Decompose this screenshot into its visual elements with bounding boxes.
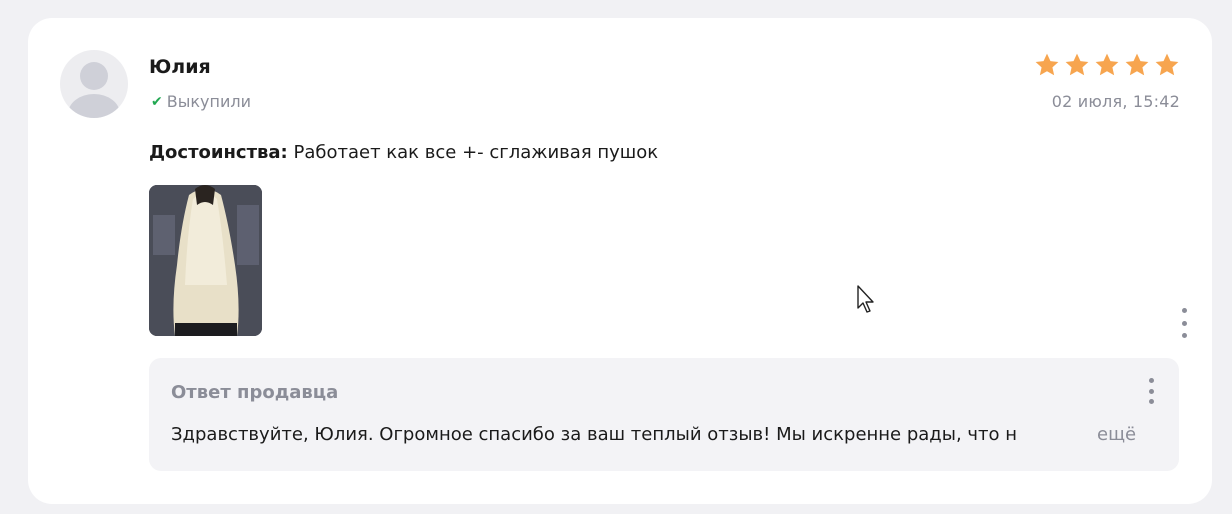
seller-reply-expand-link[interactable]: ещё [1097,424,1136,445]
star-icon [1065,53,1089,76]
user-placeholder-icon [80,62,108,90]
seller-reply-menu-button[interactable] [1145,378,1157,404]
review-card: Юлия ✔ Выкупили 02 июля, 15:42 Достоинст… [28,18,1212,504]
review-photo-thumbnail[interactable] [149,185,262,336]
star-icon [1155,53,1179,76]
avatar [60,50,128,118]
review-pros: Достоинства: Работает как все +- сглажив… [149,142,658,163]
review-date: 02 июля, 15:42 [1051,92,1180,111]
rating-stars [1034,52,1180,78]
mouse-pointer-icon [857,285,874,313]
seller-reply: Ответ продавца Здравствуйте, Юлия. Огром… [149,358,1179,471]
star-icon [1035,53,1059,76]
purchase-status: ✔ Выкупили [151,92,251,111]
seller-reply-title: Ответ продавца [171,382,339,403]
seller-reply-text: Здравствуйте, Юлия. Огромное спасибо за … [171,424,1018,445]
review-more-menu-button[interactable] [1178,308,1190,338]
checkmark-icon: ✔ [151,93,163,110]
star-icon [1095,53,1119,76]
pros-label: Достоинства: [149,142,288,163]
star-icon [1125,53,1149,76]
pros-text: Работает как все +- сглаживая пушок [287,142,659,163]
review-author-name: Юлия [149,56,211,78]
purchase-status-label: Выкупили [166,92,251,111]
